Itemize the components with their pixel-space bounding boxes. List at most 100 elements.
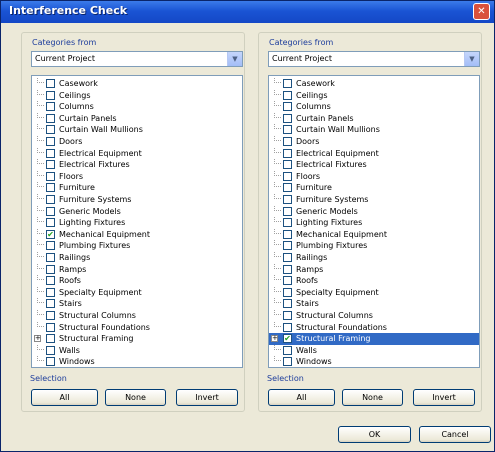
category-checkbox[interactable] (46, 299, 55, 309)
tree-item[interactable]: Roofs (269, 275, 479, 287)
tree-item[interactable]: Casework (32, 78, 242, 90)
tree-item[interactable]: Plumbing Fixtures (269, 240, 479, 252)
tree-item[interactable]: Stairs (32, 298, 242, 310)
category-checkbox[interactable] (283, 345, 292, 355)
tree-item[interactable]: + ✔ Structural Framing (269, 333, 479, 346)
tree-item[interactable]: Windows (269, 356, 479, 367)
category-checkbox[interactable] (283, 229, 292, 239)
category-checkbox[interactable] (46, 287, 55, 297)
category-checkbox[interactable] (283, 276, 292, 286)
tree-item[interactable]: Plumbing Fixtures (32, 240, 242, 252)
category-checkbox[interactable] (283, 241, 292, 251)
category-checkbox[interactable]: ✔ (283, 334, 292, 344)
tree-item[interactable]: Railings (269, 252, 479, 264)
category-checkbox[interactable] (283, 183, 292, 193)
tree-item[interactable]: Electrical Equipment (32, 147, 242, 160)
tree-item[interactable]: Stairs (269, 298, 479, 310)
tree-item[interactable]: Structural Foundations (269, 321, 479, 334)
tree-item[interactable]: Doors (269, 136, 479, 148)
right-all-button[interactable]: All (268, 389, 335, 406)
plus-expander-icon[interactable]: + (34, 335, 41, 343)
category-checkbox[interactable] (46, 334, 55, 344)
tree-item[interactable]: Railings (32, 252, 242, 264)
tree-item[interactable]: ✔ Mechanical Equipment (32, 228, 242, 241)
left-invert-button[interactable]: Invert (176, 389, 238, 406)
tree-item[interactable]: Roofs (32, 275, 242, 287)
category-checkbox[interactable] (283, 264, 292, 274)
tree-item[interactable]: Electrical Equipment (269, 147, 479, 160)
category-checkbox[interactable] (46, 90, 55, 100)
category-checkbox[interactable] (283, 90, 292, 100)
category-checkbox[interactable] (283, 160, 292, 170)
tree-item[interactable]: Columns (269, 101, 479, 113)
tree-item[interactable]: + Structural Framing (32, 333, 242, 345)
left-none-button[interactable]: None (105, 389, 166, 406)
tree-item[interactable]: Furniture (32, 182, 242, 194)
tree-item[interactable]: Curtain Panels (269, 112, 479, 125)
category-checkbox[interactable] (46, 102, 55, 112)
category-checkbox[interactable] (283, 137, 292, 146)
category-checkbox[interactable] (46, 183, 55, 193)
category-checkbox[interactable] (46, 311, 55, 320)
tree-item[interactable]: Structural Columns (32, 310, 242, 322)
tree-item[interactable]: Casework (269, 78, 479, 90)
category-checkbox[interactable] (46, 253, 55, 262)
tree-item[interactable]: Ramps (269, 263, 479, 276)
tree-item[interactable]: Furniture Systems (269, 194, 479, 206)
category-checkbox[interactable] (283, 195, 292, 204)
category-checkbox[interactable] (283, 113, 292, 123)
category-checkbox[interactable] (46, 148, 55, 158)
category-checkbox[interactable] (46, 218, 55, 228)
tree-item[interactable]: Furniture Systems (32, 194, 242, 206)
tree-item[interactable]: Curtain Wall Mullions (269, 124, 479, 136)
tree-item[interactable]: Mechanical Equipment (269, 228, 479, 241)
category-checkbox[interactable] (283, 299, 292, 309)
right-category-tree[interactable]: Casework Ceilings Columns Curtain Panels Cur… (268, 75, 480, 368)
tree-item[interactable]: Curtain Panels (32, 112, 242, 125)
left-category-tree[interactable]: Casework Ceilings Columns Curtain Panels Cur… (31, 75, 243, 368)
tree-item[interactable]: Walls (32, 344, 242, 357)
tree-item[interactable]: Floors (32, 170, 242, 183)
category-checkbox[interactable] (283, 125, 292, 135)
tree-item[interactable]: Ramps (32, 263, 242, 276)
right-none-button[interactable]: None (342, 389, 403, 406)
category-checkbox[interactable] (283, 218, 292, 228)
tree-item[interactable]: Doors (32, 136, 242, 148)
category-checkbox[interactable] (46, 206, 55, 216)
right-invert-button[interactable]: Invert (413, 389, 475, 406)
tree-item[interactable]: Electrical Fixtures (269, 159, 479, 171)
category-checkbox[interactable] (283, 311, 292, 320)
close-button[interactable]: ✕ (473, 3, 490, 20)
category-checkbox[interactable] (46, 357, 55, 367)
category-checkbox[interactable] (46, 171, 55, 181)
tree-item[interactable]: Lighting Fixtures (269, 217, 479, 229)
category-checkbox[interactable] (46, 322, 55, 332)
category-checkbox[interactable] (46, 125, 55, 135)
category-checkbox[interactable]: ✔ (46, 229, 55, 239)
tree-item[interactable]: Walls (269, 344, 479, 357)
category-checkbox[interactable] (283, 102, 292, 112)
category-checkbox[interactable] (283, 253, 292, 262)
plus-expander-icon[interactable]: + (271, 335, 278, 343)
category-checkbox[interactable] (283, 322, 292, 332)
left-all-button[interactable]: All (31, 389, 98, 406)
tree-item[interactable]: Specialty Equipment (269, 286, 479, 299)
chevron-down-icon[interactable]: ▼ (227, 52, 242, 66)
right-source-dropdown[interactable]: Current Project ▼ (268, 51, 480, 67)
tree-item[interactable]: Floors (269, 170, 479, 183)
tree-item[interactable]: Electrical Fixtures (32, 159, 242, 171)
tree-item[interactable]: Lighting Fixtures (32, 217, 242, 229)
chevron-down-icon[interactable]: ▼ (464, 52, 479, 66)
title-bar[interactable]: Interference Check ✕ (1, 1, 494, 23)
tree-item[interactable]: Windows (32, 356, 242, 367)
category-checkbox[interactable] (283, 206, 292, 216)
tree-item[interactable]: Columns (32, 101, 242, 113)
category-checkbox[interactable] (46, 241, 55, 251)
tree-item[interactable]: Curtain Wall Mullions (32, 124, 242, 136)
category-checkbox[interactable] (46, 264, 55, 274)
category-checkbox[interactable] (283, 171, 292, 181)
tree-item[interactable]: Generic Models (269, 205, 479, 218)
category-checkbox[interactable] (46, 79, 55, 88)
left-source-dropdown[interactable]: Current Project ▼ (31, 51, 243, 67)
category-checkbox[interactable] (46, 345, 55, 355)
